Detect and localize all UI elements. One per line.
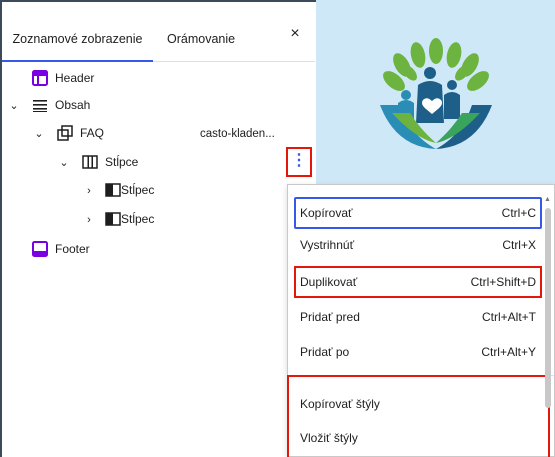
block-options-menu: Kopírovať Ctrl+C Vystrihnúť Ctrl+X Dupli… xyxy=(287,184,555,457)
menu-item-copy-styles[interactable]: Kopírovať štýly xyxy=(294,388,542,420)
menu-item-insert-after[interactable]: Pridať po Ctrl+Alt+Y xyxy=(294,336,542,368)
column-icon xyxy=(105,183,121,197)
menu-item-duplicate[interactable]: Duplikovať Ctrl+Shift+D xyxy=(294,266,542,298)
chevron-down-icon[interactable]: ⌄ xyxy=(6,96,22,116)
group-icon xyxy=(33,100,47,112)
template-part-footer-icon xyxy=(32,241,48,257)
template-part-header-icon xyxy=(32,70,48,86)
editor-canvas-preview xyxy=(316,14,555,184)
chevron-right-icon[interactable]: › xyxy=(81,181,97,201)
tree-item-footer[interactable]: Footer xyxy=(2,237,315,263)
editor-canvas-top xyxy=(316,0,555,14)
tree-item-column-2[interactable]: › Stĺpec xyxy=(2,207,315,233)
close-icon[interactable]: × xyxy=(285,24,305,44)
chevron-down-icon[interactable]: ⌄ xyxy=(56,153,72,173)
menu-item-paste-styles[interactable]: Vložiť štýly xyxy=(294,422,542,454)
menu-divider xyxy=(288,375,554,376)
group-block-icon xyxy=(57,125,73,141)
tree-item-label: Stĺpec xyxy=(121,212,155,226)
tree-item-column-1[interactable]: › Stĺpec xyxy=(2,178,315,204)
tree-item-label: Header xyxy=(55,71,95,85)
chevron-down-icon[interactable]: ⌄ xyxy=(31,124,47,144)
columns-icon xyxy=(82,155,98,169)
menu-item-cut[interactable]: Vystrihnúť Ctrl+X xyxy=(294,229,542,261)
tree-item-label: FAQ xyxy=(80,126,105,140)
tab-list-view[interactable]: Zoznamové zobrazenie xyxy=(2,2,153,62)
tree-item-content[interactable]: ⌄ Obsah xyxy=(2,93,315,119)
tab-outline[interactable]: Orámovanie xyxy=(167,2,267,61)
tree-item-header[interactable]: Header xyxy=(2,66,315,92)
panel-tabs: Zoznamové zobrazenie Orámovanie × xyxy=(2,2,315,62)
scroll-thumb[interactable] xyxy=(545,208,551,408)
menu-item-insert-before[interactable]: Pridať pred Ctrl+Alt+T xyxy=(294,301,542,333)
family-care-logo xyxy=(380,38,492,149)
scroll-up-icon[interactable]: ▲ xyxy=(544,196,551,203)
anchor-badge: casto-kladen... xyxy=(200,128,275,140)
tree-item-label: Stĺpec xyxy=(121,183,155,197)
column-icon xyxy=(105,212,121,226)
tree-item-label: Footer xyxy=(55,242,90,256)
menu-item-copy[interactable]: Kopírovať Ctrl+C xyxy=(294,197,542,229)
list-view-panel: Zoznamové zobrazenie Orámovanie × Header… xyxy=(2,2,315,457)
menu-scrollbar[interactable]: ▲ xyxy=(544,196,552,457)
tree-item-label: Obsah xyxy=(55,98,91,112)
tree-item-label: Stĺpce xyxy=(105,155,139,169)
chevron-right-icon[interactable]: › xyxy=(81,210,97,230)
more-options-button[interactable]: ⋮ xyxy=(286,147,312,177)
tree-item-columns[interactable]: ⌄ Stĺpce xyxy=(2,150,315,176)
